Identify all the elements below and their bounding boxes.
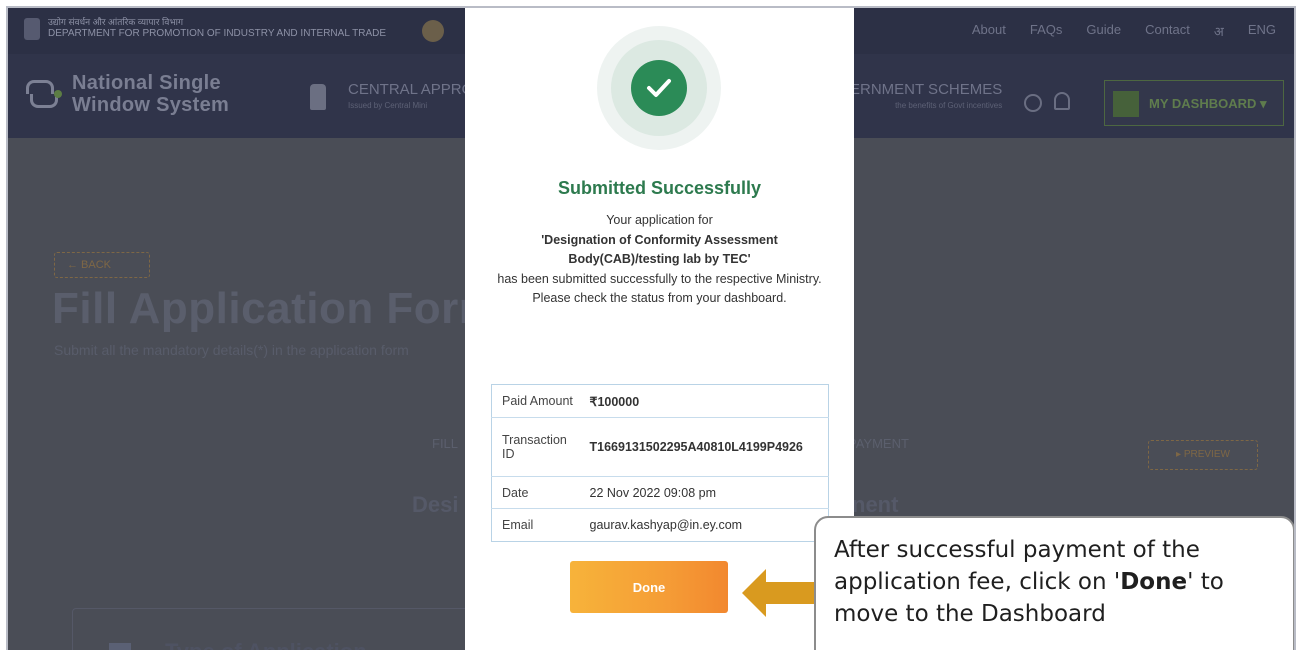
dept-hindi: उद्योग संवर्धन और आंतरिक व्यापार विभाग bbox=[48, 17, 184, 27]
preview-button[interactable]: ▸ PREVIEW bbox=[1148, 440, 1258, 470]
brand-name[interactable]: National Single Window System bbox=[72, 72, 229, 116]
about-link[interactable]: About bbox=[972, 22, 1006, 40]
nav-central-approvals[interactable]: CENTRAL APPRO Issued by Central Mini bbox=[348, 82, 473, 114]
screenshot-frame: उद्योग संवर्धन और आंतरिक व्यापार विभाग D… bbox=[6, 6, 1296, 650]
brand-line-2: Window System bbox=[72, 94, 230, 116]
modal-title: Submitted Successfully bbox=[557, 178, 762, 198]
page-title: Fill Application Form bbox=[52, 284, 499, 333]
table-row: Email gaurav.kashyap@in.ey.com bbox=[491, 508, 829, 542]
step-payment: PAYMENT bbox=[848, 436, 909, 451]
date-label: Date bbox=[491, 476, 584, 509]
paid-amount-value: ₹100000 bbox=[589, 394, 640, 409]
central-sub: Issued by Central Mini bbox=[348, 101, 428, 110]
top-links: About FAQs Guide Contact अ ENG bbox=[972, 22, 1276, 40]
pointer-arrow-icon bbox=[742, 569, 814, 617]
brand-line-1: National Single bbox=[72, 72, 221, 94]
dashboard-avatar-icon bbox=[1113, 91, 1139, 117]
instruction-callout: After successful payment of the applicat… bbox=[814, 516, 1294, 650]
nav-government-schemes[interactable]: ERNMENT SCHEMES the benefits of Govt inc… bbox=[850, 82, 1002, 114]
govt-sub: the benefits of Govt incentives bbox=[895, 101, 1003, 110]
table-row: Date 22 Nov 2022 09:08 pm bbox=[491, 476, 829, 509]
section-title-left: Desi bbox=[412, 492, 459, 517]
section-title-right: nent bbox=[852, 492, 899, 517]
message-line-2: has been submitted successfully to the r… bbox=[497, 271, 822, 306]
hindi-toggle[interactable]: अ bbox=[1214, 22, 1224, 40]
paid-amount-label: Paid Amount bbox=[502, 394, 573, 408]
table-row: Transaction ID T1669131502295A40810L4199… bbox=[491, 417, 829, 477]
modal-message: Your application for 'Designation of Con… bbox=[489, 211, 830, 309]
ashoka-emblem-icon bbox=[310, 84, 326, 110]
application-name: 'Designation of Conformity Assessment Bo… bbox=[541, 232, 778, 267]
document-icon bbox=[109, 643, 131, 650]
payment-details-table: Paid Amount ₹100000 Transaction ID T1669… bbox=[491, 384, 829, 542]
central-label: CENTRAL APPRO bbox=[348, 81, 474, 98]
guide-link[interactable]: Guide bbox=[1086, 22, 1121, 40]
step-fill: FILL bbox=[432, 436, 459, 451]
success-modal: Submitted Successfully Your application … bbox=[465, 8, 854, 650]
callout-text-bold: Done bbox=[1120, 569, 1188, 595]
language-select[interactable]: ENG bbox=[1248, 22, 1276, 40]
email-label: Email bbox=[491, 508, 584, 542]
faqs-link[interactable]: FAQs bbox=[1030, 22, 1063, 40]
contact-link[interactable]: Contact bbox=[1145, 22, 1190, 40]
page-subtitle: Submit all the mandatory details(*) in t… bbox=[54, 342, 409, 358]
department-label: उद्योग संवर्धन और आंतरिक व्यापार विभाग D… bbox=[24, 16, 386, 40]
logo-icon bbox=[422, 20, 444, 42]
check-circle-icon bbox=[631, 60, 687, 116]
table-row: Paid Amount ₹100000 bbox=[492, 385, 829, 418]
emblem-icon bbox=[24, 18, 40, 40]
nsws-logo-icon bbox=[26, 76, 62, 116]
govt-label: ERNMENT SCHEMES bbox=[850, 81, 1003, 98]
back-button[interactable]: ← BACK bbox=[54, 252, 150, 278]
transaction-id-value: T1669131502295A40810L4199P4926 bbox=[583, 417, 829, 477]
card-title: Type of Application bbox=[165, 639, 367, 650]
message-line-1: Your application for bbox=[606, 213, 713, 227]
dashboard-label: MY DASHBOARD ▾ bbox=[1149, 96, 1267, 111]
date-value: 22 Nov 2022 09:08 pm bbox=[583, 476, 829, 509]
dept-english: DEPARTMENT FOR PROMOTION OF INDUSTRY AND… bbox=[48, 28, 387, 39]
done-button[interactable]: Done bbox=[570, 561, 728, 613]
email-value: gaurav.kashyap@in.ey.com bbox=[583, 508, 829, 542]
notification-bell-icon[interactable] bbox=[1054, 92, 1070, 110]
search-icon[interactable] bbox=[1024, 94, 1042, 112]
transaction-id-label: Transaction ID bbox=[491, 417, 584, 477]
my-dashboard-button[interactable]: MY DASHBOARD ▾ bbox=[1104, 80, 1284, 126]
